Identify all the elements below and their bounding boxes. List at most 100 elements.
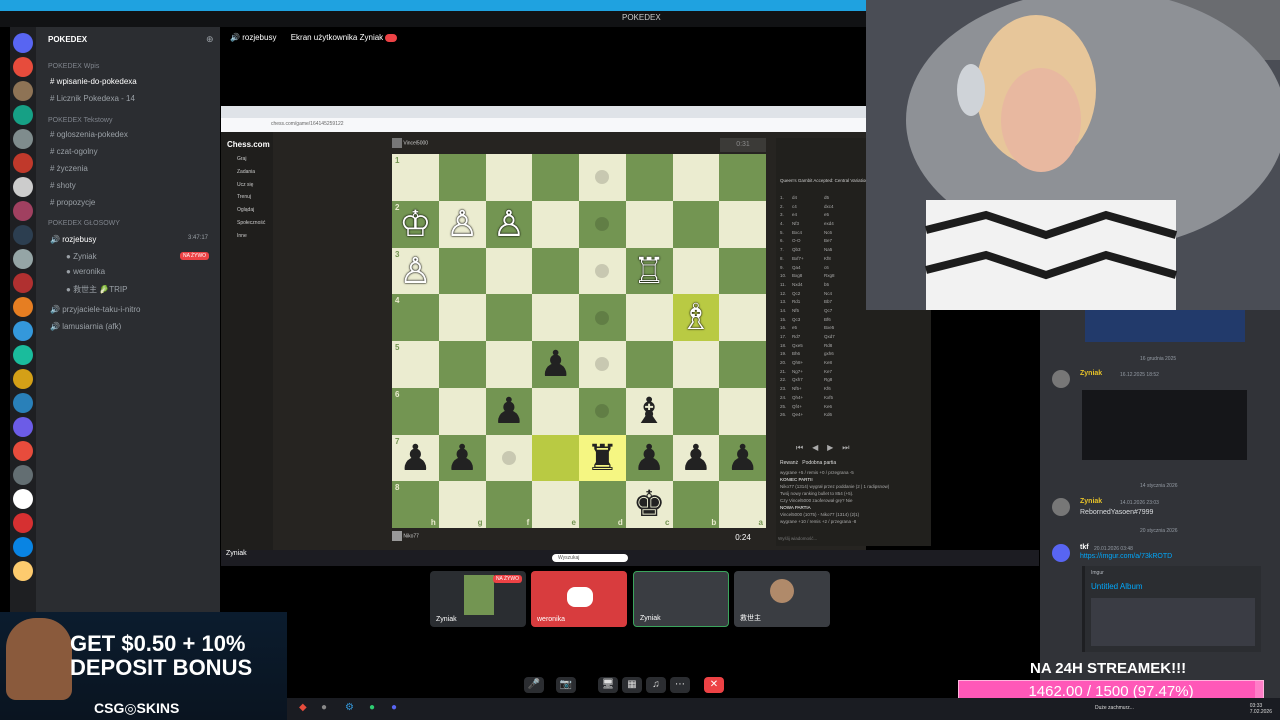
black-move[interactable]: Ke6 <box>824 404 832 409</box>
server-icon[interactable] <box>13 225 33 245</box>
white-move[interactable]: Bxc4 <box>792 230 824 235</box>
server-icon[interactable] <box>13 297 33 317</box>
black-move[interactable]: Bxe5 <box>824 325 834 330</box>
server-icon[interactable] <box>13 105 33 125</box>
chess-nav-item[interactable]: Graj <box>237 156 246 162</box>
black-move[interactable]: Ke7 <box>824 369 832 374</box>
chess-nav-item[interactable]: Inne <box>237 233 247 239</box>
channel-category[interactable]: POKEDEX GŁOSOWY <box>48 220 120 227</box>
message-author[interactable]: Zyniak <box>1080 498 1102 505</box>
black-bishop-piece[interactable]: ♝ <box>626 388 673 434</box>
white-move[interactable]: Rd1 <box>792 299 824 304</box>
board-square[interactable] <box>719 294 766 341</box>
board-square[interactable] <box>672 341 720 388</box>
call-tile-zyniak-stream[interactable]: NA ŻYWO Zyniak <box>430 571 526 627</box>
black-move[interactable]: Qxd7 <box>824 334 835 339</box>
white-move[interactable]: e4 <box>792 212 824 217</box>
black-pawn-piece[interactable]: ♟ <box>532 341 579 387</box>
board-square[interactable] <box>625 294 673 341</box>
channel-category[interactable]: POKEDEX Wpis <box>48 63 99 70</box>
more-button[interactable]: ⋯ <box>670 677 690 693</box>
white-pawn-piece[interactable]: ♙ <box>439 201 486 247</box>
white-pawn-piece[interactable]: ♙ <box>392 248 439 294</box>
server-icon[interactable] <box>13 561 33 581</box>
voice-member[interactable]: ● 救世主 🥬TRIP <box>66 284 127 295</box>
board-square[interactable] <box>719 154 766 201</box>
move-row[interactable]: 25. Qf4+ Ke6 <box>780 404 930 413</box>
chess-nav-item[interactable]: Społeczność <box>237 220 265 226</box>
board-square[interactable] <box>532 154 579 201</box>
chess-logo[interactable]: Chess.com <box>227 140 270 149</box>
channel-item[interactable]: # propozycje <box>50 198 95 207</box>
channel-item[interactable]: # czat-ogolny <box>50 147 98 156</box>
prev-move-button[interactable]: ◀ <box>812 443 818 452</box>
disconnect-button[interactable]: ✕ <box>704 677 724 693</box>
embed-title[interactable]: Untitled Album <box>1091 582 1143 591</box>
board-square[interactable] <box>719 247 766 295</box>
white-move[interactable]: d4 <box>792 195 824 200</box>
server-icon[interactable] <box>13 249 33 269</box>
last-move-button[interactable]: ⏭ <box>842 443 849 452</box>
board-square[interactable] <box>719 200 766 248</box>
white-move[interactable]: e5 <box>792 325 824 330</box>
board-square[interactable] <box>672 154 720 201</box>
board-square[interactable] <box>625 154 673 201</box>
black-move[interactable]: dxc4 <box>824 204 834 209</box>
server-icon[interactable] <box>13 273 33 293</box>
black-move[interactable]: Na5 <box>824 247 832 252</box>
server-icon[interactable] <box>13 57 33 77</box>
move-row[interactable]: 24. Qh4+ Kxf5 <box>780 395 930 404</box>
white-move[interactable]: Bxf7+ <box>792 256 824 261</box>
white-move[interactable]: c4 <box>792 204 824 209</box>
move-row[interactable]: 23. Nf5+ Kf6 <box>780 386 930 395</box>
black-move[interactable]: Qc7 <box>824 308 832 313</box>
black-move[interactable]: Kf6 <box>824 386 831 391</box>
image-attachment[interactable] <box>1085 310 1245 342</box>
white-rook-piece[interactable]: ♖ <box>626 248 673 294</box>
board-square[interactable]: 8h <box>392 481 439 528</box>
black-king-piece[interactable]: ♚ <box>626 481 673 527</box>
white-move[interactable]: Qa4 <box>792 265 824 270</box>
white-move[interactable]: Qb3 <box>792 247 824 252</box>
channel-item[interactable]: 🔊 lamusiarnia (afk) <box>50 322 121 331</box>
board-square[interactable]: b <box>672 481 720 528</box>
black-move[interactable]: Rxg8 <box>824 273 835 278</box>
white-move[interactable]: Nf5+ <box>792 386 824 391</box>
server-icon[interactable] <box>13 81 33 101</box>
url-text[interactable]: chess.com/game/164145259122 <box>271 121 344 127</box>
black-move[interactable]: Kd6 <box>824 412 832 417</box>
voice-member[interactable]: ● weronika <box>66 267 105 276</box>
server-icon[interactable] <box>13 441 33 461</box>
legal-move-dot[interactable] <box>595 310 610 325</box>
call-tile-user4[interactable]: 救世主 <box>734 571 830 627</box>
board-square[interactable] <box>485 341 533 388</box>
embed-image[interactable] <box>1091 598 1255 646</box>
white-king-piece[interactable]: ♔ <box>392 201 439 247</box>
black-move[interactable]: exd4 <box>824 221 834 226</box>
chess-nav-item[interactable]: Zadania <box>237 169 255 175</box>
board-square[interactable]: 5 <box>392 341 439 388</box>
black-pawn-piece[interactable]: ♟ <box>486 388 533 434</box>
server-icon[interactable] <box>13 129 33 149</box>
black-move[interactable]: d5 <box>824 195 829 200</box>
browser-tabs[interactable] <box>221 106 866 118</box>
black-move[interactable]: Nc6 <box>824 230 832 235</box>
board-square[interactable]: a <box>719 481 766 528</box>
server-icon[interactable] <box>13 321 33 341</box>
white-move[interactable]: Ng7+ <box>792 369 824 374</box>
server-icon[interactable] <box>13 177 33 197</box>
server-icon[interactable] <box>13 369 33 389</box>
white-move[interactable]: Qc3 <box>792 317 824 322</box>
white-move[interactable]: Bh6 <box>792 351 824 356</box>
white-move[interactable]: Qf4+ <box>792 404 824 409</box>
black-move[interactable]: Bb7 <box>824 299 832 304</box>
black-move[interactable]: Rg8 <box>824 377 832 382</box>
move-row[interactable]: 21. Ng7+ Ke7 <box>780 369 930 378</box>
server-icon[interactable] <box>13 201 33 221</box>
server-icon[interactable] <box>13 417 33 437</box>
move-row[interactable]: 18. Qxe5 Rd8 <box>780 343 930 352</box>
app-icon[interactable]: ● <box>321 702 327 713</box>
top-player-name[interactable]: Vincel5000 <box>403 140 428 146</box>
channel-item[interactable]: # Licznik Pokedexa - 14 <box>50 94 135 103</box>
board-square[interactable] <box>672 247 720 295</box>
